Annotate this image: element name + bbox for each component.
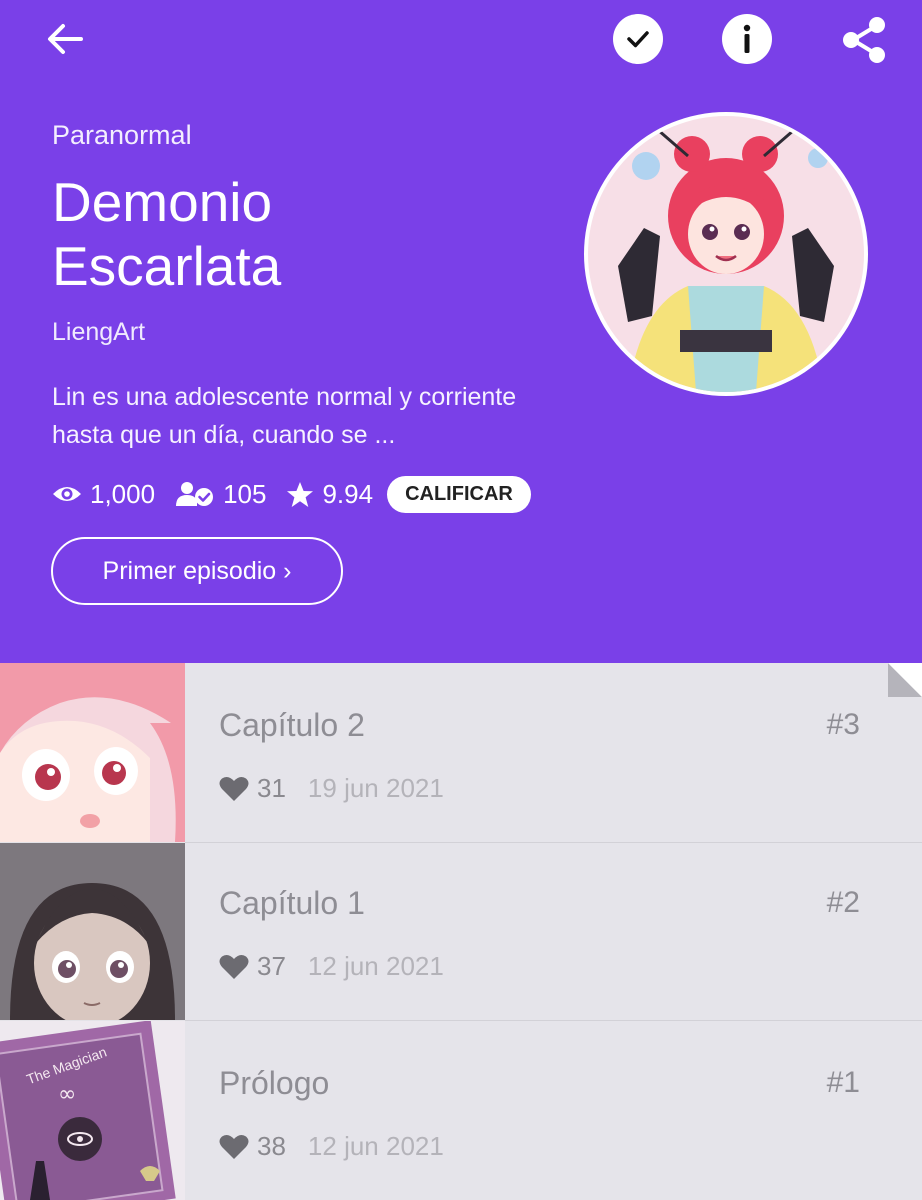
share-button[interactable]	[836, 12, 892, 68]
episode-likes-count: 37	[257, 951, 286, 981]
info-icon	[743, 24, 751, 53]
episode-item[interactable]: Capítulo 1 #2 37 12 jun 2021	[0, 843, 922, 1020]
heart-icon	[219, 776, 249, 801]
new-corner-icon	[888, 663, 922, 697]
episode-likes: 38	[219, 1131, 286, 1162]
episode-meta: 38 12 jun 2021	[219, 1131, 444, 1162]
episode-thumbnail: The Magician ∞	[0, 1021, 185, 1200]
subscribers-icon	[176, 482, 214, 506]
eye-icon	[53, 487, 81, 501]
cover-illustration	[588, 116, 864, 392]
series-cover[interactable]	[584, 112, 868, 396]
rate-button[interactable]: CALIFICAR	[387, 475, 531, 513]
episode-title: Prólogo	[219, 1065, 330, 1101]
series-stats: 1,000 105 9.94 CALIFICAR	[52, 475, 531, 513]
rating-stat: 9.94	[286, 479, 373, 510]
author-name[interactable]: LiengArt	[52, 318, 145, 347]
episode-item[interactable]: Capítulo 2 #3 31 19 jun 2021	[0, 663, 922, 842]
rating-value: 9.94	[322, 478, 374, 509]
share-icon	[843, 17, 885, 63]
info-button[interactable]	[722, 14, 772, 64]
episode-number: #1	[826, 1066, 860, 1099]
episode-date: 19 jun 2021	[307, 773, 444, 803]
episode-thumbnail	[0, 663, 185, 842]
episode-item[interactable]: The Magician ∞ Prólogo #1 38 12 jun 2021	[0, 1021, 922, 1200]
back-arrow-icon	[48, 24, 83, 54]
views-stat: 1,000	[52, 479, 155, 510]
episode-thumbnail	[0, 843, 185, 1020]
series-title: Demonio Escarlata	[52, 171, 282, 297]
episode-number: #2	[826, 886, 860, 919]
genre-label: Paranormal	[52, 120, 192, 150]
first-episode-button[interactable]: Primer episodio ›	[51, 537, 343, 605]
episode-likes-count: 31	[257, 773, 286, 803]
episode-likes: 31	[219, 773, 286, 804]
episode-title: Capítulo 1	[219, 885, 365, 921]
episode-date: 12 jun 2021	[307, 1131, 444, 1161]
episode-number: #3	[826, 708, 860, 741]
subscribe-button[interactable]	[613, 14, 663, 64]
episode-likes-count: 38	[257, 1131, 286, 1161]
episode-list: Capítulo 2 #3 31 19 jun 2021 Capítulo 1 …	[0, 663, 922, 1200]
episode-title: Capítulo 2	[219, 707, 365, 743]
svg-text:∞: ∞	[58, 1082, 76, 1107]
episode-likes: 37	[219, 951, 286, 982]
heart-icon	[219, 1134, 249, 1159]
back-button[interactable]	[40, 14, 90, 64]
episode-date: 12 jun 2021	[307, 951, 444, 981]
series-description[interactable]: Lin es una adolescente normal y corrient…	[52, 378, 572, 454]
star-icon	[287, 481, 314, 507]
views-count: 1,000	[90, 478, 156, 509]
episode-meta: 31 19 jun 2021	[219, 773, 444, 804]
heart-icon	[219, 954, 249, 979]
checkmark-icon	[627, 31, 649, 48]
series-header: Paranormal Demonio Escarlata LiengArt Li…	[0, 0, 922, 663]
episode-meta: 37 12 jun 2021	[219, 951, 444, 982]
subscribers-count: 105	[223, 478, 267, 509]
subscribers-stat: 105	[175, 479, 266, 510]
